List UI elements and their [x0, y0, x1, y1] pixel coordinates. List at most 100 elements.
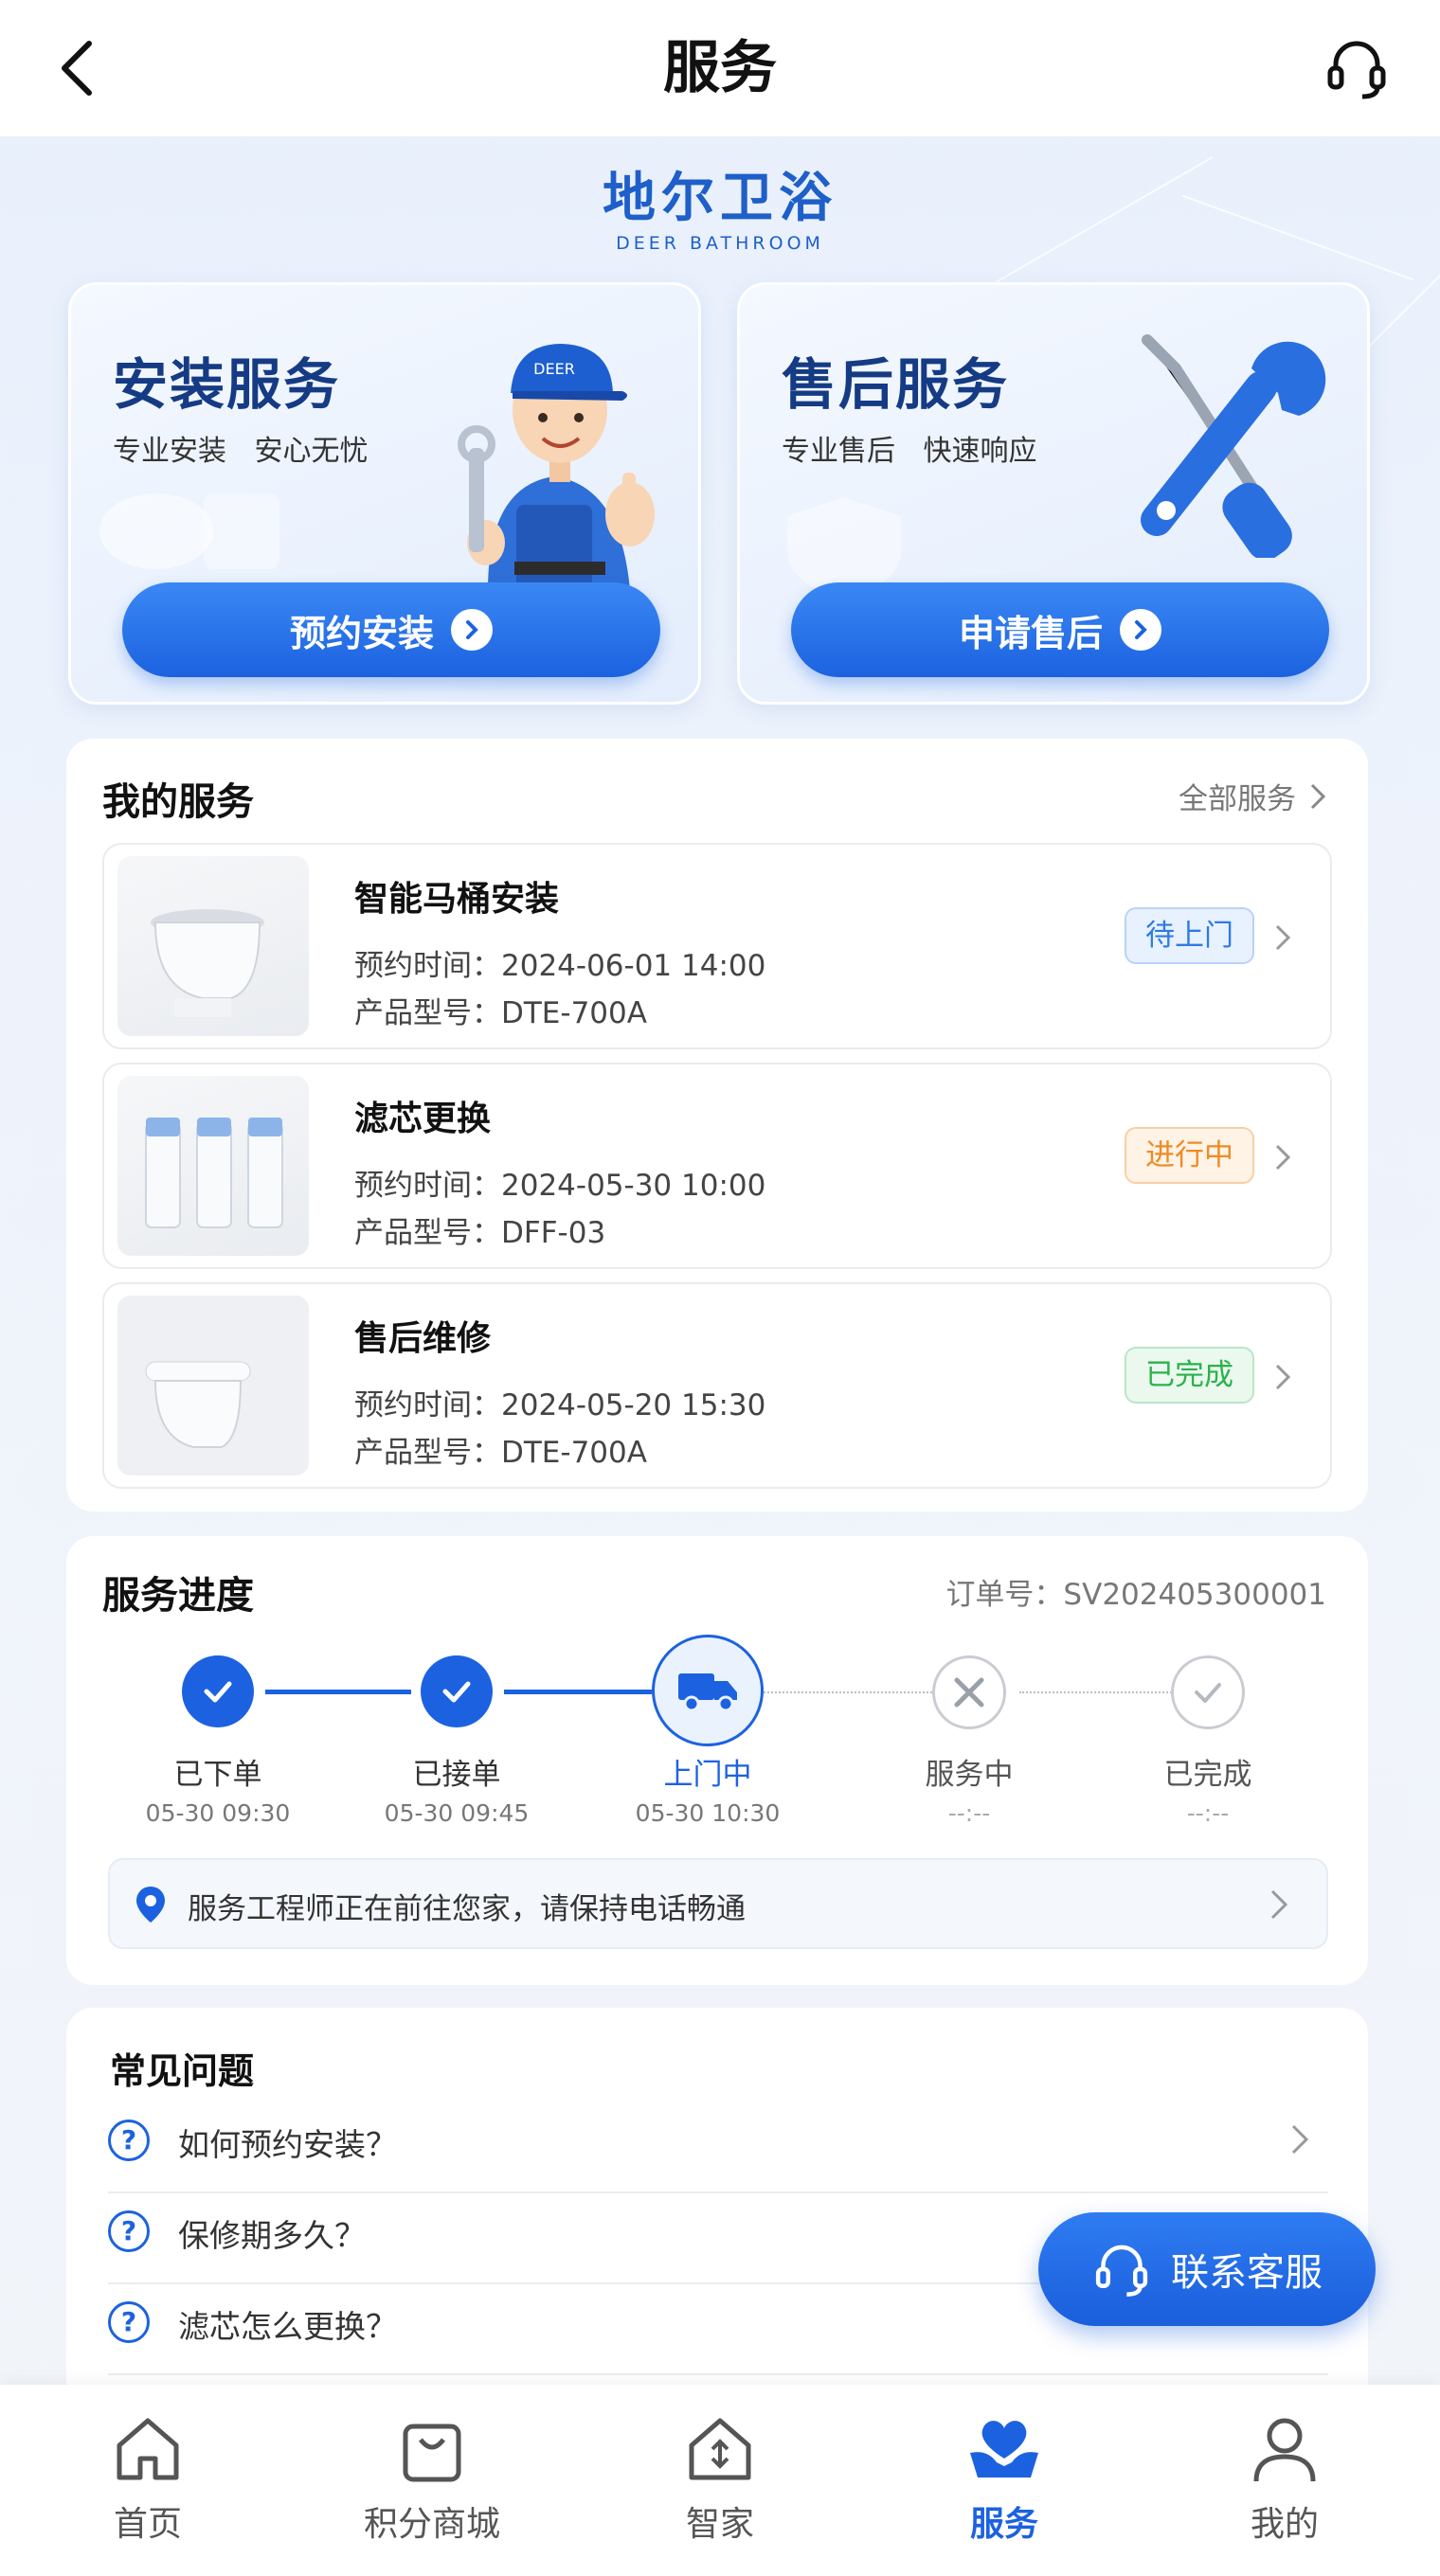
decor-line [1181, 194, 1414, 281]
tools-icon [954, 1677, 984, 1708]
service-model: 产品型号：DFF-03 [354, 1216, 606, 1250]
product-image [117, 1296, 309, 1476]
chevron-right-icon [1310, 783, 1326, 809]
book-install-label: 预约安装 [289, 612, 434, 654]
step-pending-icon [932, 1655, 1006, 1729]
my-services-panel: 我的服务 全部服务 智能马桶安装 预约时间：2024-06-01 14:00 产… [66, 739, 1368, 1512]
customer-service-icon[interactable] [1323, 34, 1391, 102]
top-nav-bar: 服务 [0, 0, 1440, 136]
status-badge: 已完成 [1125, 1347, 1254, 1404]
service-item[interactable]: 滤芯更换 预约时间：2024-05-30 10:00 产品型号：DFF-03 进… [102, 1063, 1332, 1269]
service-name: 售后维修 [354, 1319, 492, 1358]
step-label: 服务中 [925, 1758, 1014, 1792]
progress-connector [504, 1690, 652, 1694]
check-icon [1195, 1683, 1221, 1703]
tab-label: 智家 [685, 2505, 754, 2544]
step-pending-icon [1171, 1655, 1245, 1729]
progress-connector [265, 1690, 411, 1694]
status-badge: 进行中 [1125, 1127, 1254, 1184]
step-time: 05-30 09:30 [145, 1799, 291, 1827]
smart-home-icon [689, 2418, 751, 2480]
aftersale-service-card[interactable]: 售后服务 专业售后 快速响应 申请售后 [737, 282, 1370, 705]
faq-item[interactable]: ? 如何预约安装？ [108, 2102, 1328, 2193]
aftersale-card-title: 售后服务 [782, 352, 1010, 417]
service-time: 预约时间：2024-05-20 15:30 [354, 1388, 766, 1422]
step-time: --:-- [1186, 1799, 1230, 1827]
service-name: 滤芯更换 [354, 1100, 492, 1138]
step-label: 上门中 [663, 1758, 752, 1792]
page-title: 服务 [663, 35, 777, 101]
question-icon: ? [108, 2120, 150, 2161]
faq-title: 常见问题 [110, 2050, 255, 2092]
progress-title: 服务进度 [102, 1574, 254, 1618]
shopping-bag-icon [403, 2424, 461, 2482]
chevron-right-icon [1275, 924, 1291, 951]
contact-service-button[interactable]: 联系客服 [1038, 2212, 1376, 2326]
tab-home[interactable]: 首页 [4, 2385, 292, 2576]
contact-service-label: 联系客服 [1171, 2251, 1323, 2295]
service-model: 产品型号：DTE-700A [354, 996, 647, 1030]
faq-question: 保修期多久？ [178, 2217, 366, 2254]
user-icon [1253, 2418, 1316, 2482]
my-services-title: 我的服务 [102, 780, 254, 824]
step-done-icon [421, 1655, 493, 1727]
order-number: 订单号：SV202405300001 [945, 1578, 1326, 1612]
progress-notice[interactable]: 服务工程师正在前往您家，请保持电话畅通 [108, 1858, 1328, 1949]
heart-hand-icon [970, 2421, 1038, 2478]
apply-aftersale-button[interactable]: 申请售后 [791, 582, 1329, 677]
chevron-right-icon [1270, 1889, 1288, 1920]
aftersale-card-subtitle: 专业售后 快速响应 [782, 435, 1037, 468]
install-card-title: 安装服务 [113, 352, 341, 417]
apply-aftersale-label: 申请售后 [958, 612, 1103, 654]
tab-service[interactable]: 服务 [860, 2385, 1148, 2576]
chevron-right-icon [1291, 2124, 1309, 2155]
all-services-label: 全部服务 [1179, 782, 1296, 816]
notice-text: 服务工程师正在前往您家，请保持电话畅通 [188, 1892, 746, 1926]
cap-text: DEER [533, 360, 575, 378]
service-time: 预约时间：2024-06-01 14:00 [354, 949, 766, 983]
arrow-right-icon [1120, 609, 1161, 651]
status-badge: 待上门 [1125, 907, 1254, 964]
tab-label: 积分商城 [363, 2505, 500, 2544]
headset-icon [1095, 2245, 1148, 2297]
tab-points-mall[interactable]: 积分商城 [288, 2385, 576, 2576]
decor-line [965, 156, 1214, 300]
faded-toilet-icon [99, 493, 279, 569]
step-time: 05-30 10:30 [635, 1799, 781, 1827]
faq-question: 滤芯怎么更换？ [178, 2308, 397, 2345]
brand-name-cn: 地尔卫浴 [603, 168, 837, 229]
step-label: 已下单 [173, 1758, 262, 1792]
step-label: 已接单 [412, 1758, 501, 1792]
bottom-tab-bar: 首页 积分商城 智家 服务 我的 [0, 2385, 1440, 2576]
wrench-screwdriver-icon [1141, 334, 1326, 558]
step-time: 05-30 09:45 [384, 1799, 530, 1827]
chevron-right-icon [1275, 1364, 1291, 1390]
brand-logo: 地尔卫浴 DEER BATHROOM [531, 168, 909, 255]
install-card-subtitle: 专业安装 安心无忧 [113, 435, 369, 468]
tab-label: 我的 [1250, 2505, 1319, 2544]
technician-illustration: DEER [458, 344, 655, 590]
step-done-icon [182, 1655, 254, 1727]
service-item[interactable]: 智能马桶安装 预约时间：2024-06-01 14:00 产品型号：DTE-70… [102, 843, 1332, 1049]
home-icon [117, 2418, 179, 2480]
install-service-card[interactable]: 安装服务 专业安装 安心无忧 DEER 预约安装 [68, 282, 701, 705]
tab-profile[interactable]: 我的 [1141, 2385, 1429, 2576]
all-services-link[interactable]: 全部服务 [1179, 775, 1326, 817]
service-model: 产品型号：DTE-700A [354, 1436, 647, 1470]
step-current-ring [652, 1635, 764, 1746]
book-install-button[interactable]: 预约安装 [122, 582, 660, 677]
question-icon: ? [108, 2210, 150, 2252]
product-image [117, 856, 309, 1036]
question-icon: ? [108, 2301, 150, 2343]
tab-smart-home[interactable]: 智家 [576, 2385, 864, 2576]
service-progress-panel: 服务进度 订单号：SV202405300001 已下单 05-30 09:30 … [66, 1536, 1368, 1985]
step-time: --:-- [947, 1799, 991, 1827]
service-name: 智能马桶安装 [354, 880, 560, 919]
brand-name-en: DEER BATHROOM [616, 233, 824, 254]
product-image [117, 1076, 309, 1256]
tab-label: 首页 [113, 2505, 182, 2544]
tab-label: 服务 [969, 2505, 1038, 2544]
back-arrow-icon[interactable] [51, 34, 108, 102]
faq-question: 如何预约安装？ [178, 2126, 397, 2163]
service-item[interactable]: 售后维修 预约时间：2024-05-20 15:30 产品型号：DTE-700A… [102, 1282, 1332, 1489]
